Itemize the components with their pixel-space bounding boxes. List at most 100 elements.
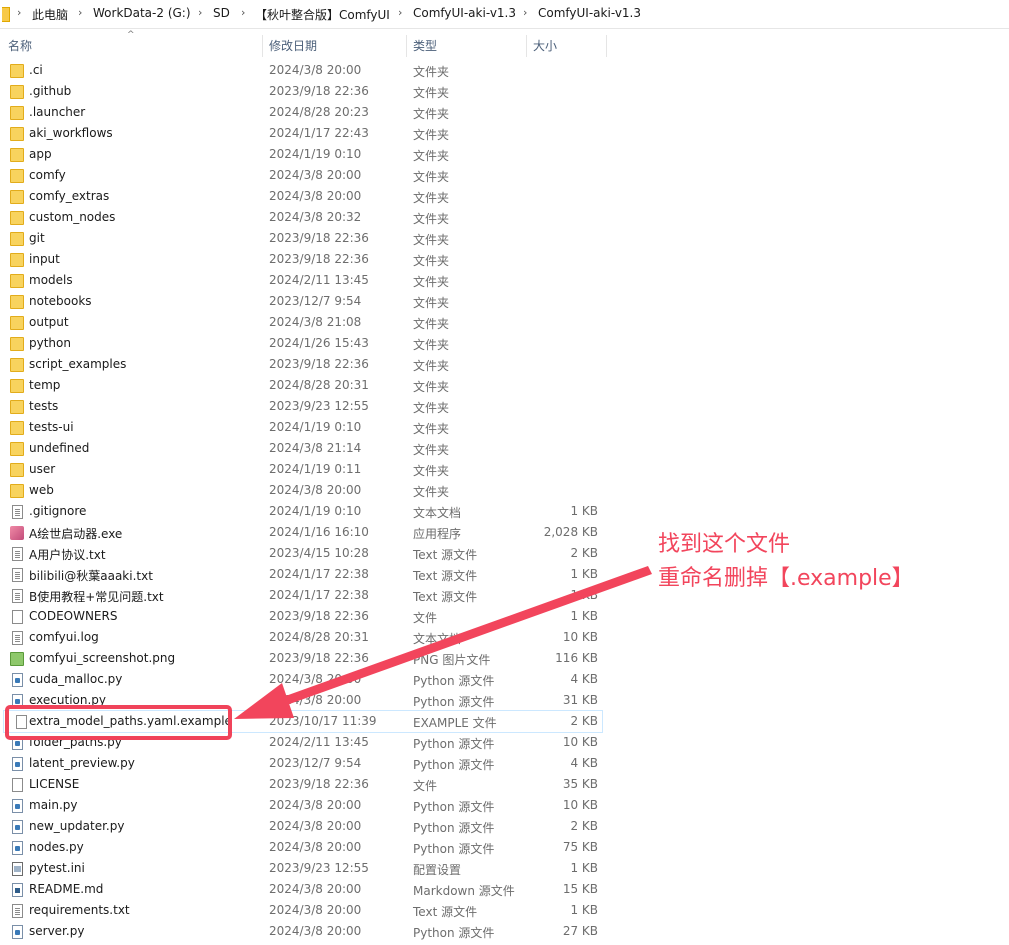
file-date: 2024/3/8 20:00	[269, 819, 362, 833]
breadcrumb-drive[interactable]: WorkData-2 (G:)	[93, 6, 191, 20]
file-size: 4 KB	[570, 672, 598, 686]
file-size: 2 KB	[570, 819, 598, 833]
file-type: Text 源文件	[413, 569, 478, 583]
file-row[interactable]: .github 2023/9/18 22:36 文件夹	[0, 81, 620, 102]
file-size: 1 KB	[570, 609, 598, 623]
folder-icon	[10, 463, 24, 477]
file-date: 2024/1/19 0:10	[269, 147, 362, 161]
folder-icon	[10, 337, 24, 351]
file-row[interactable]: A用户协议.txt 2023/4/15 10:28 Text 源文件 2 KB	[0, 543, 620, 564]
file-row[interactable]: temp 2024/8/28 20:31 文件夹	[0, 375, 620, 396]
file-row[interactable]: new_updater.py 2024/3/8 20:00 Python 源文件 2 …	[0, 816, 620, 837]
address-bar[interactable]: › 此电脑 › WorkData-2 (G:) › SD › 【秋叶整合版】Co…	[0, 0, 1009, 29]
file-date: 2024/1/17 22:38	[269, 567, 369, 581]
text-file-icon	[12, 589, 23, 603]
file-type: 文件夹	[413, 86, 450, 100]
file-row[interactable]: requirements.txt 2024/3/8 20:00 Text 源文件 1 …	[0, 900, 620, 921]
file-row[interactable]: tests 2023/9/23 12:55 文件夹	[0, 396, 620, 417]
text-file-icon	[12, 631, 23, 645]
file-size: 1 KB	[570, 588, 598, 602]
file-row[interactable]: cuda_malloc.py 2024/3/8 20:00 Python 源文件 4 …	[0, 669, 620, 690]
file-name: python	[29, 336, 71, 350]
folder-icon	[10, 484, 24, 498]
breadcrumb-comfyui-aki-1[interactable]: ComfyUI-aki-v1.3	[413, 6, 516, 20]
file-date: 2024/3/8 20:00	[269, 63, 362, 77]
file-date: 2023/12/7 9:54	[269, 294, 362, 308]
column-divider[interactable]	[606, 35, 607, 57]
file-type: 文本文档	[413, 506, 462, 520]
column-header-type[interactable]: 类型	[413, 33, 437, 59]
file-row[interactable]: aki_workflows 2024/1/17 22:43 文件夹	[0, 123, 620, 144]
file-row[interactable]: nodes.py 2024/3/8 20:00 Python 源文件 75 KB	[0, 837, 620, 858]
file-row[interactable]: comfyui_screenshot.png 2023/9/18 22:36 PNG…	[0, 648, 620, 669]
column-header-size[interactable]: 大小	[533, 33, 557, 59]
breadcrumb-comfyui-pack[interactable]: 【秋叶整合版】ComfyUI	[255, 6, 390, 23]
file-date: 2024/3/8 20:00	[269, 672, 362, 686]
file-row[interactable]: app 2024/1/19 0:10 文件夹	[0, 144, 620, 165]
file-row[interactable]: models 2024/2/11 13:45 文件夹	[0, 270, 620, 291]
file-row[interactable]: .gitignore 2024/1/19 0:10 文本文档 1 KB	[0, 501, 620, 522]
breadcrumb-comfyui-aki-2[interactable]: ComfyUI-aki-v1.3	[538, 6, 641, 20]
file-row[interactable]: comfyui.log 2024/8/28 20:31 文本文档 10 KB	[0, 627, 620, 648]
file-size: 2 KB	[570, 714, 598, 728]
file-row[interactable]: undefined 2024/3/8 21:14 文件夹	[0, 438, 620, 459]
file-name: extra_model_paths.yaml.example	[29, 714, 232, 728]
file-type: Python 源文件	[413, 695, 495, 709]
file-name: comfyui_screenshot.png	[29, 651, 176, 665]
file-row[interactable]: python 2024/1/26 15:43 文件夹	[0, 333, 620, 354]
file-name: .gitignore	[29, 504, 87, 518]
file-row[interactable]: comfy_extras 2024/3/8 20:00 文件夹	[0, 186, 620, 207]
file-size: 31 KB	[562, 693, 598, 707]
file-date: 2024/3/8 20:00	[269, 882, 362, 896]
column-divider[interactable]	[526, 35, 527, 57]
file-row[interactable]: server.py 2024/3/8 20:00 Python 源文件 27 KB	[0, 921, 620, 942]
file-row[interactable]: LICENSE 2023/9/18 22:36 文件 35 KB	[0, 774, 620, 795]
file-date: 2023/9/23 12:55	[269, 861, 369, 875]
file-row[interactable]: input 2023/9/18 22:36 文件夹	[0, 249, 620, 270]
file-row[interactable]: web 2024/3/8 20:00 文件夹	[0, 480, 620, 501]
file-row[interactable]: pytest.ini 2023/9/23 12:55 配置设置 1 KB	[0, 858, 620, 879]
file-type: 文件夹	[413, 212, 450, 226]
breadcrumb-this-pc[interactable]: 此电脑	[32, 6, 68, 23]
column-header-date[interactable]: 修改日期	[269, 33, 317, 59]
python-file-icon	[12, 673, 23, 687]
file-row[interactable]: bilibili@秋葉aaaki.txt 2024/1/17 22:38 Text …	[0, 564, 620, 585]
file-name: CODEOWNERS	[29, 609, 118, 623]
file-row[interactable]: .launcher 2024/8/28 20:23 文件夹	[0, 102, 620, 123]
column-divider[interactable]	[262, 35, 263, 57]
folder-icon	[10, 274, 24, 288]
file-row-selected[interactable]: extra_model_paths.yaml.example 2023/10/17…	[3, 710, 603, 733]
folder-icon	[10, 169, 24, 183]
file-row[interactable]: folder_paths.py 2024/2/11 13:45 Python 源文件…	[0, 732, 620, 753]
file-row[interactable]: execution.py 2024/3/8 20:00 Python 源文件 31 K…	[0, 690, 620, 711]
file-row[interactable]: main.py 2024/3/8 20:00 Python 源文件 10 KB	[0, 795, 620, 816]
file-name: models	[29, 273, 73, 287]
file-row[interactable]: README.md 2024/3/8 20:00 Markdown 源文件 15 KB	[0, 879, 620, 900]
file-type: 文件夹	[413, 233, 450, 247]
file-row[interactable]: tests-ui 2024/1/19 0:10 文件夹	[0, 417, 620, 438]
chevron-right-icon: ›	[198, 6, 203, 19]
file-row[interactable]: script_examples 2023/9/18 22:36 文件夹	[0, 354, 620, 375]
file-row[interactable]: A绘世启动器.exe 2024/1/16 16:10 应用程序 2,028 KB	[0, 522, 620, 543]
file-row[interactable]: custom_nodes 2024/3/8 20:32 文件夹	[0, 207, 620, 228]
column-header-name[interactable]: 名称	[8, 33, 32, 59]
file-row[interactable]: B使用教程+常见问题.txt 2024/1/17 22:38 Text 源文件 1 K…	[0, 585, 620, 606]
file-row[interactable]: .ci 2024/3/8 20:00 文件夹	[0, 60, 620, 81]
breadcrumb-sd[interactable]: SD	[213, 6, 230, 20]
file-row[interactable]: user 2024/1/19 0:11 文件夹	[0, 459, 620, 480]
file-row[interactable]: CODEOWNERS 2023/9/18 22:36 文件 1 KB	[0, 606, 620, 627]
file-type: EXAMPLE 文件	[413, 716, 497, 730]
file-size: 10 KB	[562, 630, 598, 644]
file-type: Markdown 源文件	[413, 884, 515, 898]
file-row[interactable]: notebooks 2023/12/7 9:54 文件夹	[0, 291, 620, 312]
text-file-icon	[12, 568, 23, 582]
file-row[interactable]: output 2024/3/8 21:08 文件夹	[0, 312, 620, 333]
column-divider[interactable]	[406, 35, 407, 57]
file-row[interactable]: git 2023/9/18 22:36 文件夹	[0, 228, 620, 249]
file-row[interactable]: latent_preview.py 2023/12/7 9:54 Python 源文…	[0, 753, 620, 774]
file-row[interactable]: comfy 2024/3/8 20:00 文件夹	[0, 165, 620, 186]
file-type: Python 源文件	[413, 758, 495, 772]
file-name: output	[29, 315, 69, 329]
file-date: 2024/2/11 13:45	[269, 273, 369, 287]
file-date: 2023/9/18 22:36	[269, 651, 369, 665]
